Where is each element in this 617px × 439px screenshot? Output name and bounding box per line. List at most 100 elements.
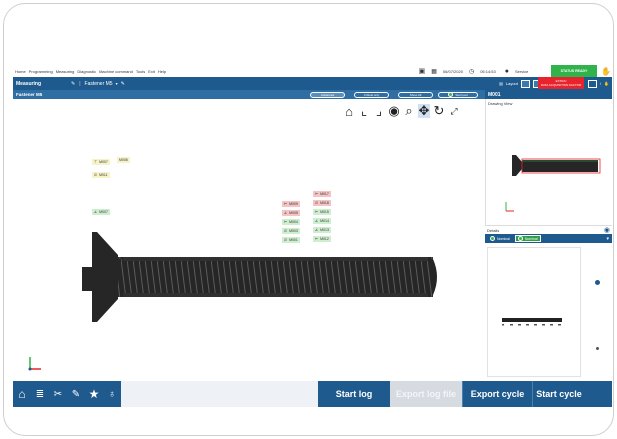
star-icon[interactable]: ★ bbox=[85, 381, 103, 407]
tag-icon: ⊢ bbox=[284, 220, 288, 224]
edit-pencil-icon[interactable]: ✎ bbox=[71, 81, 75, 87]
measurement-tag[interactable]: ∅ M018 bbox=[313, 200, 331, 206]
tab-label: Nominal bbox=[524, 236, 538, 241]
measurement-tag[interactable]: ∠ M005 bbox=[282, 210, 300, 216]
status-ready-indicator: STATUS READY bbox=[551, 65, 597, 77]
start-cycle-button[interactable]: Start cycle bbox=[532, 381, 585, 407]
menu-item-measuring[interactable]: Measuring bbox=[56, 69, 75, 74]
drawing-view-panel[interactable]: Drawing View bbox=[485, 99, 612, 225]
tag-label: M004 bbox=[289, 220, 298, 224]
measurement-tag[interactable]: ∠ M013 bbox=[313, 227, 331, 233]
critical-only-toggle[interactable]: Critical only bbox=[354, 91, 389, 98]
tag-icon: ⊢ bbox=[315, 210, 319, 214]
tag-label: M014 bbox=[320, 219, 329, 223]
start-part-label: Start part bbox=[455, 92, 468, 97]
section-title: Measuring bbox=[16, 80, 42, 87]
attach-icon[interactable]: ✎ bbox=[67, 381, 85, 407]
hand-tool-icon[interactable]: ✋ bbox=[604, 81, 609, 86]
measurement-tag[interactable]: M008 bbox=[117, 157, 130, 163]
show-all-toggle[interactable]: Show All bbox=[398, 91, 433, 98]
tag-icon: ∅ bbox=[284, 229, 288, 233]
window-button[interactable] bbox=[587, 79, 597, 88]
export-cycle-button[interactable]: Export cycle bbox=[462, 381, 532, 407]
chevron-down-icon[interactable]: ▾ bbox=[606, 236, 609, 242]
hand-icon[interactable]: ✋ bbox=[600, 67, 612, 76]
measurement-tag[interactable]: ⊢ M015 bbox=[313, 209, 331, 215]
program-name[interactable]: Fastener M5 bbox=[85, 81, 113, 87]
chevron-down-icon[interactable]: ▾ bbox=[116, 81, 118, 86]
fastener-drawing bbox=[28, 232, 437, 371]
measurement-tag[interactable]: ∅ M003 bbox=[282, 228, 300, 234]
tolerance-chart-card bbox=[487, 247, 581, 377]
menu-item-help[interactable]: Help bbox=[158, 69, 166, 74]
tag-icon: ∠ bbox=[284, 211, 288, 215]
edit-program-icon[interactable]: ✎ bbox=[121, 81, 125, 87]
tab-nominal-active[interactable]: Nominal bbox=[514, 235, 541, 242]
user-name: Service bbox=[515, 68, 529, 74]
advanced-toggle[interactable]: Advanced bbox=[310, 91, 345, 98]
tag-label: M007 bbox=[99, 160, 108, 164]
measurement-tag[interactable]: ⊢ M017 bbox=[313, 191, 331, 197]
tab-nominal[interactable]: Nominal bbox=[488, 235, 512, 242]
measurement-tag[interactable]: ∠ M014 bbox=[313, 218, 331, 224]
tag-icon: ⊢ bbox=[315, 192, 319, 196]
app-window: Home Programming Measuring Diagnostic Ma… bbox=[13, 65, 612, 407]
date-text: 06/07/2020 bbox=[442, 68, 463, 74]
lower-limit-marker-icon bbox=[596, 347, 599, 350]
bottom-spacer bbox=[121, 381, 318, 407]
tag-icon: ∅ bbox=[94, 173, 98, 177]
tag-label: M017 bbox=[320, 192, 329, 196]
measurement-tag[interactable]: ⊢ M012 bbox=[313, 236, 331, 242]
menu-item-tools[interactable]: Tools bbox=[136, 69, 145, 74]
feature-header: M001 bbox=[485, 90, 612, 99]
program-list-icon[interactable]: ≣ bbox=[31, 381, 49, 407]
measuring-canvas[interactable]: ⌂ ⌞ ⌟ ◉ ⌕ ✥ ↻ ⤢ ⊤ M007 M008 ∅ M011 ∠ M00… bbox=[13, 99, 485, 381]
tab-label: Nominal bbox=[497, 236, 510, 241]
drawing-view-thumbnail bbox=[505, 155, 601, 212]
measurement-tag[interactable]: ⊢ M004 bbox=[282, 219, 300, 225]
tag-icon: ⊢ bbox=[284, 202, 288, 206]
part-title: Fastener M5 bbox=[16, 92, 43, 97]
measurement-tag[interactable]: ∅ M001 bbox=[282, 237, 300, 243]
measurement-tag[interactable]: ⊢ M009 bbox=[282, 201, 300, 207]
toolbar-divider: | bbox=[79, 80, 81, 87]
tag-label: M007 bbox=[99, 210, 108, 214]
details-panel bbox=[485, 243, 612, 381]
menu-bar: Home Programming Measuring Diagnostic Ma… bbox=[13, 65, 612, 77]
measurement-tag[interactable]: ⊤ M007 bbox=[92, 159, 110, 165]
menu-item-programming[interactable]: Programming bbox=[29, 69, 53, 74]
probe-icon[interactable]: ♁ bbox=[103, 381, 121, 407]
menubar-status-area: ▣ ▦ 06/07/2020 ◷ 05:14:53 ● Service STAT… bbox=[419, 65, 612, 77]
slash-divider: / bbox=[599, 81, 602, 86]
bottom-bar: ⌂ ≣ ✂ ✎ ★ ♁ Start log Export log file Ex… bbox=[13, 381, 612, 407]
layout-view-1-button[interactable] bbox=[520, 79, 530, 88]
tag-label: M009 bbox=[289, 202, 298, 206]
layout-label[interactable]: Layout bbox=[506, 81, 518, 86]
measurement-tag[interactable]: ∠ M007 bbox=[92, 209, 110, 215]
export-log-file-button[interactable]: Export log file bbox=[390, 381, 462, 407]
measurement-tag[interactable]: ∅ M011 bbox=[92, 172, 110, 178]
upper-limit-marker-icon bbox=[595, 280, 600, 285]
user-icon: ● bbox=[504, 67, 509, 75]
camera-icon[interactable]: ▣ bbox=[419, 67, 426, 75]
start-part-toggle[interactable]: Start part bbox=[438, 91, 478, 98]
tag-label: M013 bbox=[320, 228, 329, 232]
tag-label: M005 bbox=[289, 211, 298, 215]
menu-item-machine-command[interactable]: Machine command bbox=[99, 69, 133, 74]
menu-item-home[interactable]: Home bbox=[15, 69, 26, 74]
home-icon[interactable]: ⌂ bbox=[13, 381, 31, 407]
menu-item-diagnostic[interactable]: Diagnostic bbox=[77, 69, 96, 74]
tools-icon[interactable]: ✂ bbox=[49, 381, 67, 407]
tag-label: M012 bbox=[320, 237, 329, 241]
calendar-icon: ▦ bbox=[431, 68, 437, 75]
tag-icon: ⊢ bbox=[315, 237, 319, 241]
globe-icon[interactable]: ◉ bbox=[604, 226, 610, 234]
canvas-axis-icon bbox=[28, 357, 41, 371]
tag-icon: ∠ bbox=[315, 228, 319, 232]
clock-icon: ◷ bbox=[468, 68, 475, 75]
start-log-button[interactable]: Start log bbox=[318, 381, 390, 407]
layout-icon[interactable]: ▤ bbox=[499, 81, 503, 86]
main-toolbar: Measuring ✎ | Fastener M5 ▾ ✎ ▤ Layout /… bbox=[13, 77, 612, 90]
menu-item-exit[interactable]: Exit bbox=[148, 69, 155, 74]
tag-label: M003 bbox=[289, 229, 298, 233]
